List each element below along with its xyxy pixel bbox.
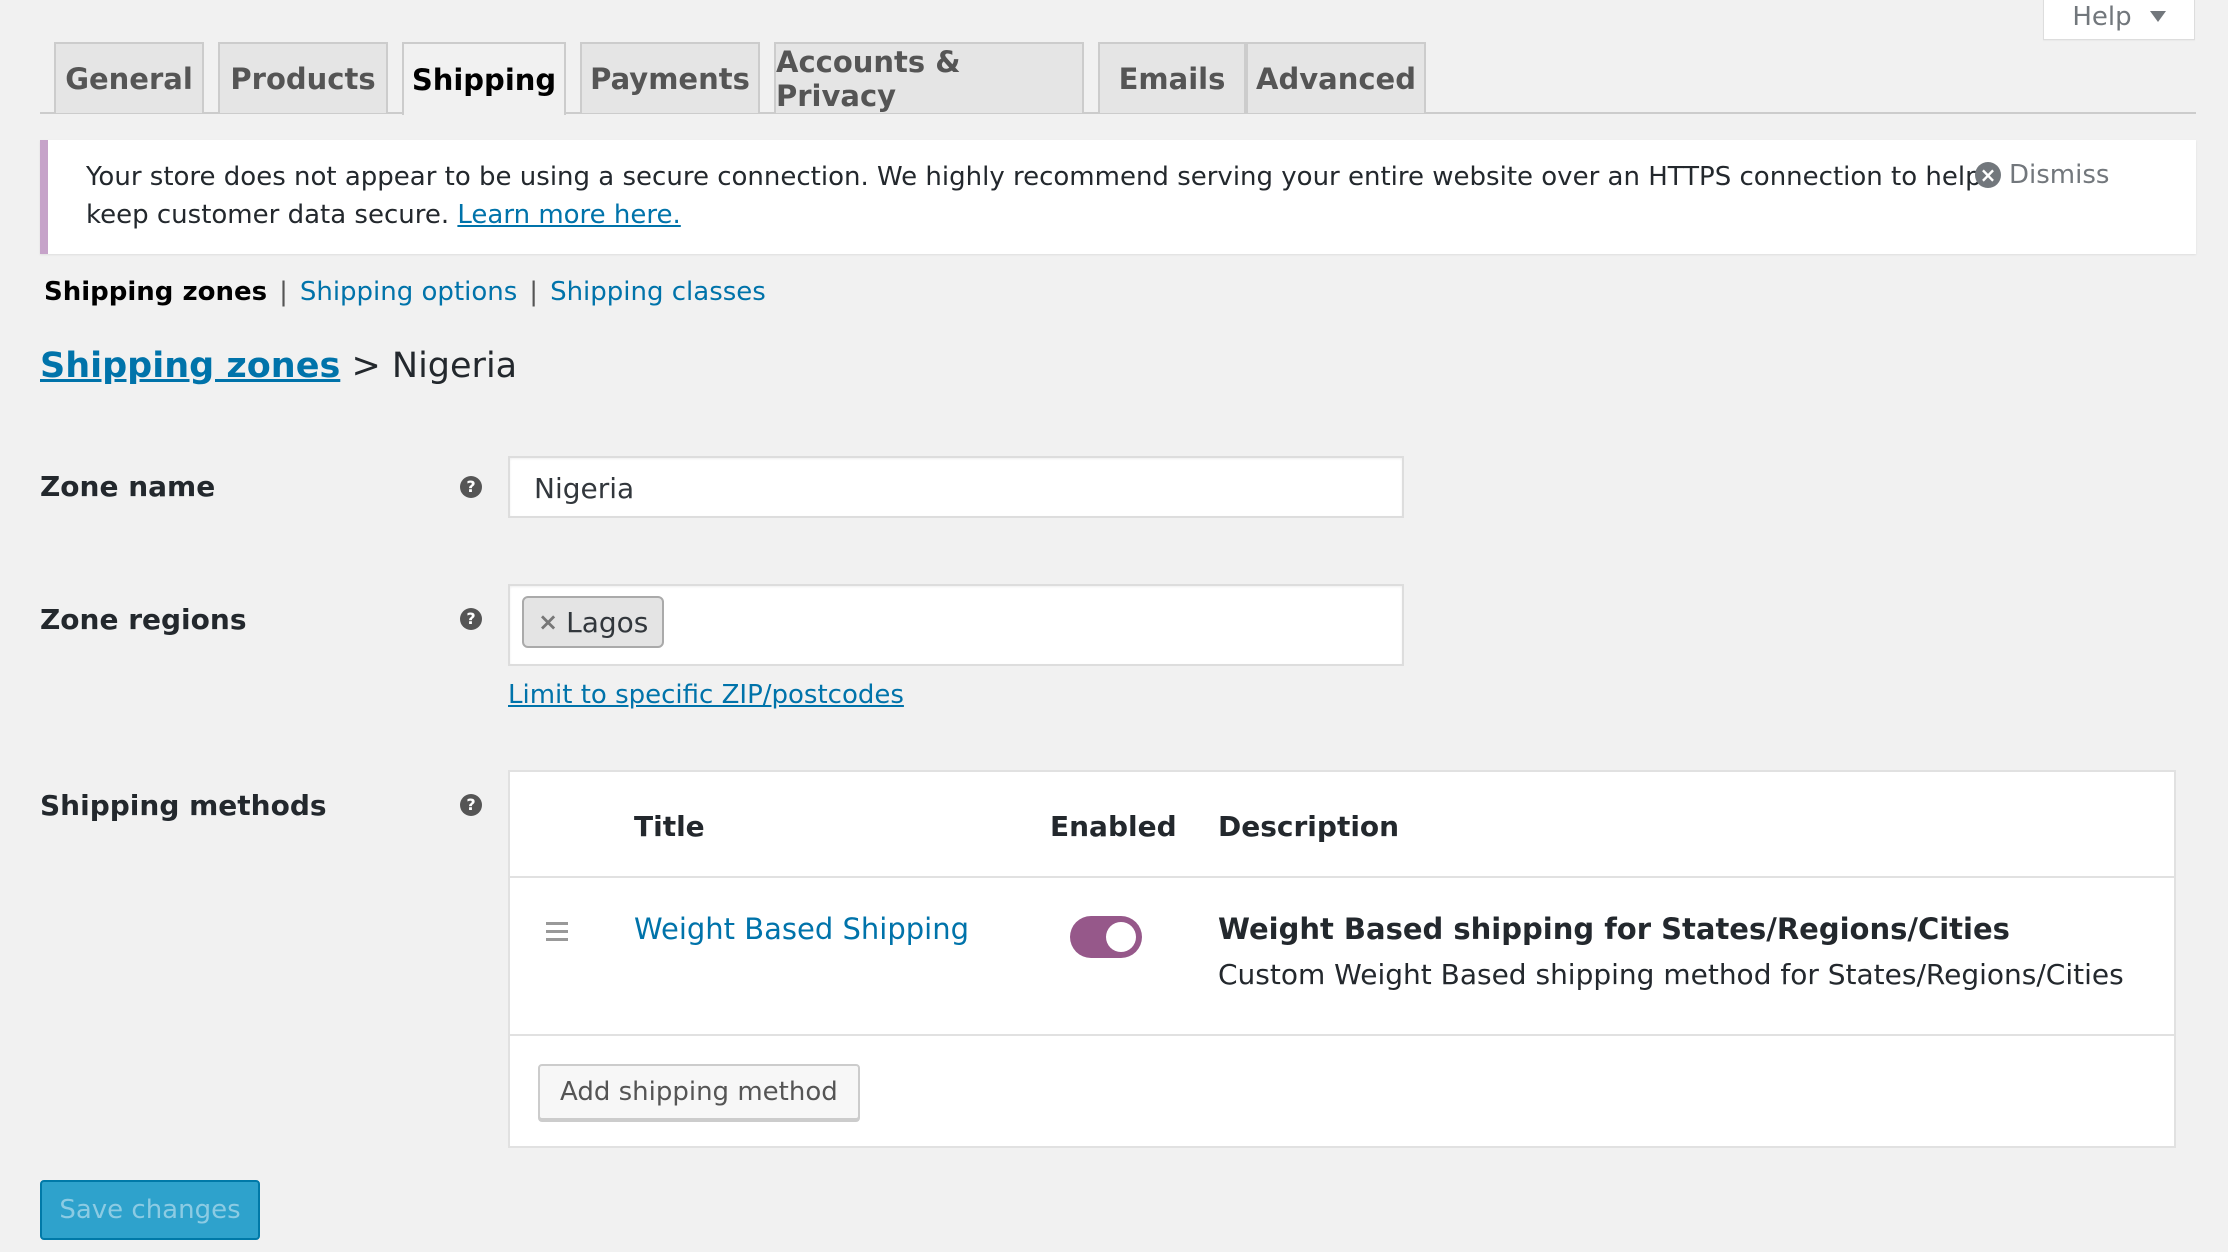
- help-tip-icon[interactable]: ?: [460, 476, 482, 498]
- save-changes-button[interactable]: Save changes: [40, 1180, 260, 1240]
- drag-handle-icon[interactable]: [546, 922, 568, 946]
- tab-products[interactable]: Products: [218, 42, 388, 113]
- tab-label: Shipping: [411, 62, 557, 97]
- help-tip-icon[interactable]: ?: [460, 608, 482, 630]
- tab-label: Payments: [590, 61, 750, 96]
- zone-regions-select[interactable]: × Lagos: [508, 584, 1404, 666]
- dismiss-button[interactable]: × Dismiss: [1975, 160, 2109, 190]
- add-shipping-method-button[interactable]: Add shipping method: [538, 1064, 860, 1120]
- help-label: Help: [2072, 1, 2132, 32]
- tab-shipping[interactable]: Shipping: [402, 42, 566, 115]
- zone-name-value: Nigeria: [534, 472, 635, 505]
- subnav-shipping-zones[interactable]: Shipping zones: [44, 277, 267, 307]
- limit-postcodes-link[interactable]: Limit to specific ZIP/postcodes: [508, 680, 904, 710]
- method-description-title: Weight Based shipping for States/Regions…: [1218, 912, 2010, 946]
- shipping-subnav: Shipping zones | Shipping options | Ship…: [44, 277, 766, 307]
- row-divider: [510, 876, 2174, 878]
- subnav-separator: |: [279, 277, 288, 307]
- subnav-shipping-options[interactable]: Shipping options: [300, 277, 517, 307]
- zone-name-input[interactable]: Nigeria: [508, 456, 1404, 518]
- column-header-enabled: Enabled: [1050, 810, 1177, 843]
- tab-general[interactable]: General: [54, 42, 204, 113]
- tab-emails[interactable]: Emails: [1098, 42, 1246, 113]
- zone-name-label: Zone name: [40, 470, 216, 503]
- tab-advanced[interactable]: Advanced: [1246, 42, 1426, 113]
- method-description-text: Custom Weight Based shipping method for …: [1218, 958, 2124, 991]
- breadcrumb-separator: >: [351, 346, 381, 386]
- https-notice: Your store does not appear to be using a…: [40, 140, 2196, 254]
- notice-message: Your store does not appear to be using a…: [86, 162, 1982, 230]
- region-chip-label: Lagos: [566, 605, 649, 639]
- region-chip-lagos: × Lagos: [522, 596, 665, 648]
- close-icon: ×: [1975, 162, 2001, 188]
- tab-label: Advanced: [1256, 61, 1416, 96]
- tab-label: Accounts & Privacy: [776, 44, 961, 113]
- tab-payments[interactable]: Payments: [580, 42, 760, 113]
- row-divider: [510, 1034, 2174, 1036]
- help-tip-icon[interactable]: ?: [460, 794, 482, 816]
- method-enabled-toggle[interactable]: [1070, 916, 1142, 958]
- subnav-separator: |: [529, 277, 539, 307]
- shipping-methods-label: Shipping methods: [40, 789, 327, 822]
- chevron-down-icon: [2149, 11, 2166, 22]
- breadcrumb: Shipping zones > Nigeria: [40, 346, 517, 386]
- column-header-title: Title: [634, 810, 705, 843]
- remove-chip-icon[interactable]: ×: [538, 608, 558, 636]
- breadcrumb-shipping-zones-link[interactable]: Shipping zones: [40, 346, 340, 386]
- breadcrumb-current: Nigeria: [391, 346, 518, 386]
- zone-regions-label: Zone regions: [40, 603, 247, 636]
- tab-accounts-privacy[interactable]: Accounts & Privacy: [774, 42, 1084, 113]
- toggle-knob: [1106, 922, 1136, 952]
- dismiss-label: Dismiss: [2009, 160, 2110, 190]
- learn-more-link[interactable]: Learn more here.: [457, 200, 680, 230]
- notice-text: Your store does not appear to be using a…: [86, 158, 1986, 234]
- column-header-description: Description: [1218, 810, 1400, 843]
- tab-label: General: [65, 61, 193, 96]
- tab-label: Emails: [1118, 61, 1226, 96]
- subnav-shipping-classes[interactable]: Shipping classes: [550, 277, 766, 307]
- tab-label: Products: [230, 61, 376, 96]
- shipping-methods-table: Title Enabled Description Weight Based S…: [508, 770, 2176, 1148]
- help-button[interactable]: Help: [2043, 0, 2195, 40]
- method-title-link[interactable]: Weight Based Shipping: [634, 912, 969, 946]
